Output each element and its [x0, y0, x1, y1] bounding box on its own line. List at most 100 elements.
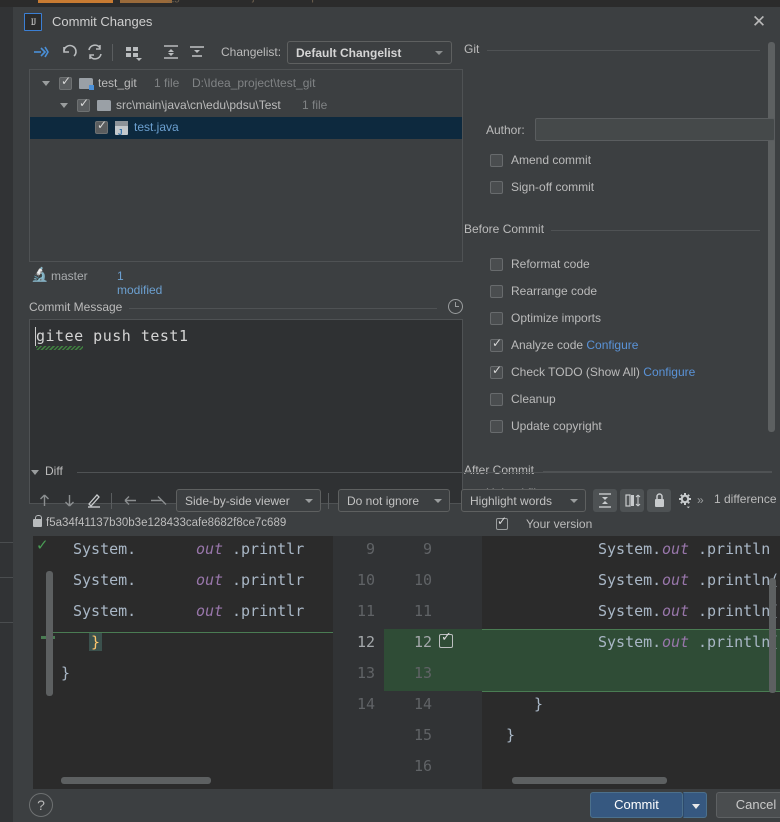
- help-button[interactable]: ?: [29, 793, 53, 817]
- arrow-up-icon[interactable]: [33, 489, 56, 512]
- git-group-rule: [487, 50, 760, 51]
- analyze-code-checkbox[interactable]: [490, 336, 503, 352]
- row-name: src\main\java\cn\edu\pdsu\Test: [116, 98, 281, 112]
- changes-column: Changelist: Default Changelist test_git …: [13, 38, 463, 504]
- cleanup-checkbox[interactable]: [490, 393, 503, 406]
- close-icon[interactable]: ✕: [748, 12, 770, 34]
- check-todo-configure-link[interactable]: Configure: [643, 365, 695, 379]
- row-checkbox[interactable]: [77, 96, 90, 112]
- amend-commit-checkbox[interactable]: [490, 154, 503, 167]
- code-field: out: [196, 571, 224, 589]
- git-folder-icon: [79, 78, 94, 90]
- lock-icon[interactable]: [647, 489, 671, 512]
- apply-change-checkbox[interactable]: [439, 630, 453, 648]
- options-scrollbar[interactable]: [768, 42, 775, 432]
- code-brace: }: [61, 664, 71, 682]
- intellij-logo-icon: IJ: [24, 13, 42, 31]
- arrow-left-icon[interactable]: [119, 489, 142, 512]
- background-window-title: test_git - .../src/main/java/cn/edu/pdsu…: [150, 0, 358, 3]
- cancel-button[interactable]: Cancel: [716, 792, 780, 818]
- commit-button[interactable]: Commit: [590, 792, 683, 818]
- strip-divider-1: [0, 542, 13, 543]
- revert-icon[interactable]: [57, 41, 81, 63]
- author-field[interactable]: [535, 118, 775, 141]
- arrow-down-icon[interactable]: [58, 489, 81, 512]
- diff-subheader: f5a34f41137b30b3e128433cafe8682f8ce7c689…: [13, 514, 780, 536]
- strip-divider-3: [0, 622, 13, 623]
- commit-message-label: Commit Message: [29, 300, 123, 314]
- right-pane-hscrollbar[interactable]: [512, 777, 667, 784]
- update-copyright-checkbox[interactable]: [490, 420, 503, 433]
- ignore-mode-combobox[interactable]: Do not ignore: [338, 489, 450, 512]
- changelist-combobox[interactable]: Default Changelist: [287, 41, 452, 64]
- expand-all-icon[interactable]: [159, 41, 183, 63]
- show-diff-icon[interactable]: [29, 41, 53, 63]
- gear-icon[interactable]: [674, 489, 697, 512]
- arrow-right-icon[interactable]: [149, 489, 172, 512]
- table-row[interactable]: test.java: [30, 117, 462, 139]
- analyze-code-configure-link[interactable]: Configure: [586, 338, 638, 352]
- pencil-icon[interactable]: [83, 489, 106, 512]
- line-number: 11: [356, 602, 375, 620]
- left-pane-hscrollbar[interactable]: [61, 777, 211, 784]
- diff-right-pane[interactable]: System. out .println ✓ System. out .prin…: [482, 536, 780, 789]
- whitespace-icon[interactable]: [620, 489, 644, 512]
- code-line: System.: [598, 540, 662, 558]
- background-tab-a: [38, 0, 113, 3]
- chevron-down-icon: [305, 499, 313, 503]
- signoff-commit-checkbox[interactable]: [490, 181, 503, 194]
- reformat-code-checkbox[interactable]: [490, 258, 503, 271]
- analyze-code-label-wrap: Analyze code Configure: [511, 338, 638, 352]
- diff-left-gutter: 9 10 11 12 13 14: [333, 536, 384, 789]
- diff-header-rule: [77, 472, 772, 473]
- diff-toolbar: Side-by-side viewer Do not ignore Highli…: [13, 486, 780, 515]
- optimize-imports-checkbox[interactable]: [490, 312, 503, 325]
- table-row[interactable]: src\main\java\cn\edu\pdsu\Test 1 file: [30, 95, 462, 117]
- line-number: 15: [413, 726, 432, 744]
- table-row[interactable]: test_git 1 file D:\Idea_project\test_git: [30, 73, 462, 95]
- tree-toggle-icon[interactable]: [42, 81, 50, 86]
- chevron-down-icon: [434, 499, 442, 503]
- modified-count[interactable]: 1 modified: [117, 269, 162, 297]
- code-line-tail: .println(: [698, 633, 780, 651]
- diff-toolbar-separator-1: [111, 493, 112, 509]
- row-name: test_git: [98, 76, 137, 90]
- right-pane-vscrollbar[interactable]: [769, 578, 776, 693]
- chevron-double-right-icon[interactable]: »: [697, 493, 704, 507]
- difference-count: 1 difference: [714, 492, 777, 506]
- code-line: System.: [73, 602, 137, 620]
- check-todo-checkbox[interactable]: [490, 363, 503, 379]
- top-area: Changelist: Default Changelist test_git …: [13, 38, 780, 504]
- diff-left-pane[interactable]: ✓ System. out .printlr System. out .prin…: [33, 536, 333, 789]
- header-rule: [129, 308, 437, 309]
- commit-dropdown-button[interactable]: [683, 792, 707, 818]
- highlight-mode-combobox[interactable]: Highlight words: [461, 489, 586, 512]
- row-name: test.java: [134, 120, 179, 134]
- code-line-tail: .printlr: [232, 540, 305, 558]
- viewer-mode-combobox[interactable]: Side-by-side viewer: [176, 489, 321, 512]
- row-checkbox[interactable]: [95, 118, 108, 134]
- dialog-title: Commit Changes: [52, 14, 153, 29]
- group-by-icon[interactable]: [121, 41, 145, 63]
- your-version-checkbox[interactable]: [496, 514, 508, 530]
- viewer-mode-value: Side-by-side viewer: [185, 494, 290, 508]
- collapse-unchanged-icon[interactable]: [593, 489, 617, 512]
- tree-toggle-icon[interactable]: [60, 103, 68, 108]
- rearrange-code-checkbox[interactable]: [490, 285, 503, 298]
- dialog-button-bar: ? Commit Cancel: [13, 789, 780, 822]
- commit-options-panel: Git Author: Amend commit Sign-off commit…: [455, 38, 780, 490]
- line-number: 12: [413, 633, 432, 651]
- diff-section-title: Diff: [45, 464, 63, 478]
- left-pane-vscrollbar[interactable]: [46, 571, 53, 696]
- chevron-down-icon[interactable]: [31, 470, 39, 475]
- line-number: 14: [356, 695, 375, 713]
- collapse-all-icon[interactable]: [185, 41, 209, 63]
- commit-message-value: gitee push test1: [36, 327, 189, 345]
- folder-icon: [97, 100, 111, 111]
- accept-change-icon[interactable]: ✓: [36, 536, 49, 554]
- row-checkbox[interactable]: [59, 74, 72, 90]
- code-field: out: [662, 602, 690, 620]
- added-marker-line: [482, 629, 780, 630]
- refresh-icon[interactable]: [83, 41, 107, 63]
- changes-tree[interactable]: test_git 1 file D:\Idea_project\test_git…: [29, 69, 463, 262]
